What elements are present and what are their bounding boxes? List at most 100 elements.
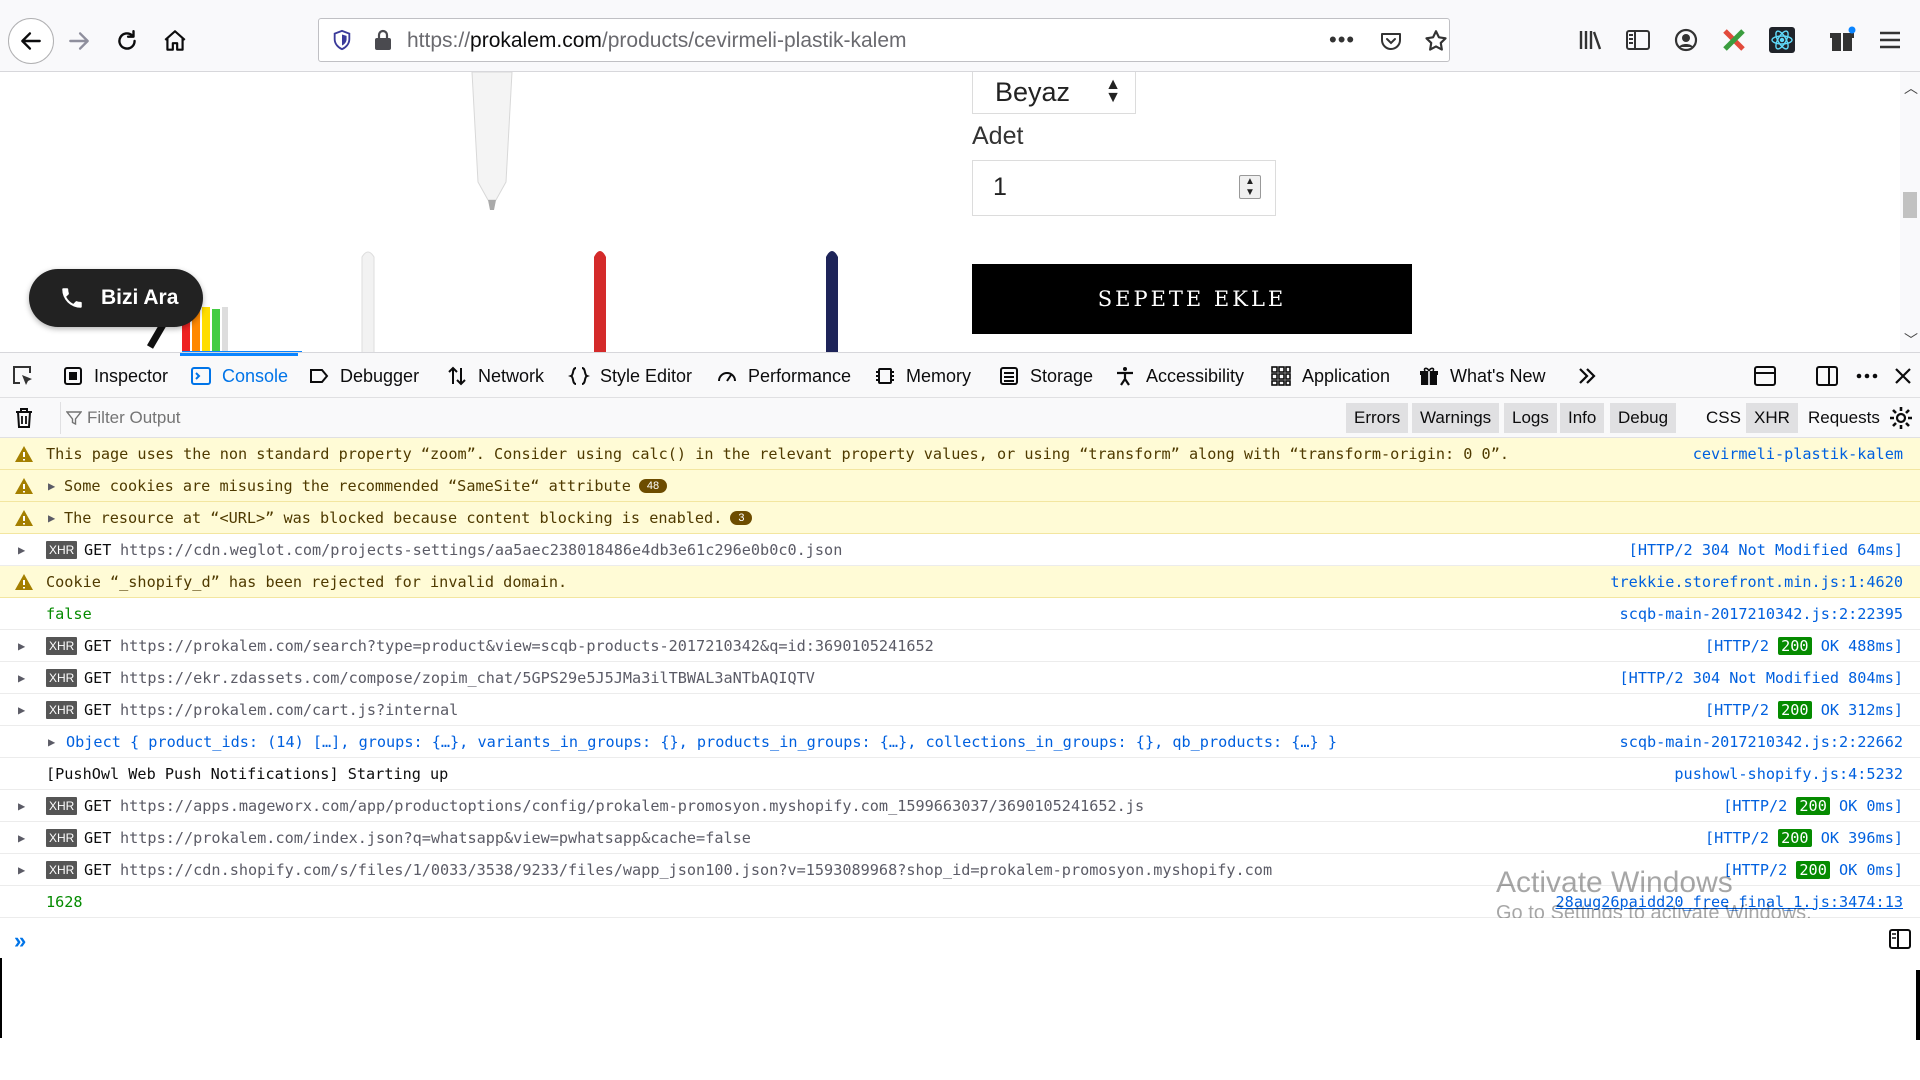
- request-url[interactable]: https://ekr.zdassets.com/compose/zopim_c…: [120, 669, 815, 687]
- whats-new-gift-icon[interactable]: [1828, 26, 1856, 54]
- console-settings-gear-icon[interactable]: [1888, 405, 1914, 431]
- call-us-button[interactable]: Bizi Ara: [29, 269, 203, 327]
- console-message-warning[interactable]: Cookie “_shopify_d” has been rejected fo…: [0, 566, 1920, 598]
- expand-arrow-icon[interactable]: ▶: [18, 799, 25, 813]
- scroll-down-arrow-icon[interactable]: ﹀: [1904, 330, 1918, 350]
- filter-errors-button[interactable]: Errors: [1346, 403, 1409, 433]
- console-message-warning-group[interactable]: ▶ Some cookies are misusing the recommen…: [0, 470, 1920, 502]
- expand-arrow-icon[interactable]: ▶: [48, 511, 55, 525]
- color-select[interactable]: Beyaz ▲ ▼: [972, 72, 1136, 114]
- add-to-cart-button[interactable]: SEPETE EKLE: [972, 264, 1412, 334]
- product-pen-image: [471, 72, 513, 210]
- tab-network[interactable]: Network: [446, 353, 544, 399]
- thumbnail-white-pen[interactable]: [356, 247, 380, 352]
- bookmark-star-icon[interactable]: [1423, 28, 1449, 54]
- object-preview[interactable]: Object { product_ids: (14) […], groups: …: [66, 733, 1337, 751]
- library-icon[interactable]: [1576, 26, 1604, 54]
- expand-arrow-icon[interactable]: ▶: [48, 479, 55, 493]
- filter-warnings-button[interactable]: Warnings: [1412, 403, 1500, 433]
- tracking-protection-shield-icon[interactable]: [331, 29, 353, 51]
- tab-debugger[interactable]: Debugger: [308, 353, 419, 399]
- message-source-link[interactable]: 28aug26paidd20_free_final_1.js:3474:13: [1556, 893, 1903, 911]
- expand-arrow-icon[interactable]: ▶: [18, 703, 25, 717]
- page-actions-more-button[interactable]: •••: [1329, 27, 1355, 53]
- console-message-xhr[interactable]: ▶ XHR GET https://prokalem.com/index.jso…: [0, 822, 1920, 854]
- tab-memory[interactable]: Memory: [874, 353, 971, 399]
- request-url[interactable]: https://prokalem.com/search?type=product…: [120, 637, 934, 655]
- console-message-log[interactable]: 1628 28aug26paidd20_free_final_1.js:3474…: [0, 886, 1920, 918]
- clear-console-trash-icon[interactable]: [12, 406, 36, 430]
- console-message-xhr[interactable]: ▶ XHR GET https://apps.mageworx.com/app/…: [0, 790, 1920, 822]
- dock-side-icon[interactable]: [1814, 363, 1840, 389]
- extension-cross-icon[interactable]: [1720, 26, 1748, 54]
- message-source-link[interactable]: scqb-main-2017210342.js:2:22395: [1620, 605, 1903, 623]
- request-url[interactable]: https://apps.mageworx.com/app/productopt…: [120, 797, 1144, 815]
- page-scrollbar[interactable]: ︿ ﹀: [1900, 72, 1920, 352]
- message-source-link[interactable]: trekkie.storefront.min.js:1:4620: [1610, 573, 1903, 591]
- scrollbar-thumb[interactable]: [1903, 192, 1917, 218]
- message-source-link[interactable]: scqb-main-2017210342.js:2:22662: [1620, 733, 1903, 751]
- request-url[interactable]: https://cdn.shopify.com/s/files/1/0033/3…: [120, 861, 1272, 879]
- console-message-warning[interactable]: This page uses the non standard property…: [0, 438, 1920, 470]
- expand-arrow-icon[interactable]: ▶: [18, 831, 25, 845]
- console-input-row[interactable]: »: [0, 918, 1920, 958]
- filter-css-button[interactable]: CSS: [1698, 403, 1749, 433]
- lock-icon[interactable]: [373, 29, 393, 51]
- request-url[interactable]: https://cdn.weglot.com/projects-settings…: [120, 541, 842, 559]
- console-message-xhr[interactable]: ▶ XHR GET https://cdn.weglot.com/project…: [0, 534, 1920, 566]
- more-tools-chevron-icon[interactable]: [1574, 363, 1600, 389]
- url-bar[interactable]: https://prokalem.com/products/cevirmeli-…: [318, 18, 1450, 62]
- request-url[interactable]: https://prokalem.com/index.json?q=whatsa…: [120, 829, 751, 847]
- expand-arrow-icon[interactable]: ▶: [18, 671, 25, 685]
- filter-xhr-button[interactable]: XHR: [1746, 403, 1798, 433]
- forward-button[interactable]: [58, 20, 100, 62]
- pocket-icon[interactable]: [1379, 29, 1403, 53]
- filter-requests-button[interactable]: Requests: [1800, 403, 1888, 433]
- react-devtools-icon[interactable]: [1768, 26, 1796, 54]
- console-message-object[interactable]: ▶ Object { product_ids: (14) […], groups…: [0, 726, 1920, 758]
- tab-application[interactable]: Application: [1270, 353, 1390, 399]
- thumbnail-navy-pen[interactable]: [820, 247, 844, 352]
- quantity-stepper[interactable]: ▲ ▼: [1239, 175, 1261, 199]
- back-button[interactable]: [8, 18, 54, 64]
- home-button[interactable]: [154, 20, 196, 62]
- expand-arrow-icon[interactable]: ▶: [18, 543, 25, 557]
- toggle-split-console-icon[interactable]: [1752, 363, 1778, 389]
- console-message-xhr[interactable]: ▶ XHR GET https://prokalem.com/cart.js?i…: [0, 694, 1920, 726]
- url-text[interactable]: https://prokalem.com/products/cevirmeli-…: [407, 29, 907, 53]
- console-message-xhr[interactable]: ▶ XHR GET https://cdn.shopify.com/s/file…: [0, 854, 1920, 886]
- expand-arrow-icon[interactable]: ▶: [18, 863, 25, 877]
- more-options-icon[interactable]: [1854, 363, 1880, 389]
- tab-performance[interactable]: Performance: [716, 353, 851, 399]
- account-icon[interactable]: [1672, 26, 1700, 54]
- tab-console[interactable]: Console: [179, 353, 299, 399]
- scroll-up-arrow-icon[interactable]: ︿: [1904, 78, 1918, 98]
- message-source-link[interactable]: pushowl-shopify.js:4:5232: [1674, 765, 1903, 783]
- console-message-log[interactable]: false scqb-main-2017210342.js:2:22395: [0, 598, 1920, 630]
- tab-inspector[interactable]: Inspector: [62, 353, 168, 399]
- sidebar-icon[interactable]: [1624, 26, 1652, 54]
- expand-arrow-icon[interactable]: ▶: [18, 639, 25, 653]
- filter-logs-button[interactable]: Logs: [1504, 403, 1557, 433]
- console-message-log[interactable]: [PushOwl Web Push Notifications] Startin…: [0, 758, 1920, 790]
- tab-whats-new[interactable]: What's New: [1418, 353, 1545, 399]
- console-message-xhr[interactable]: ▶ XHR GET https://ekr.zdassets.com/compo…: [0, 662, 1920, 694]
- message-source-link[interactable]: cevirmeli-plastik-kalem: [1693, 445, 1903, 463]
- quantity-input[interactable]: 1 ▲ ▼: [972, 160, 1276, 216]
- filter-debug-button[interactable]: Debug: [1610, 403, 1677, 433]
- filter-output-input[interactable]: [60, 402, 1330, 434]
- console-message-xhr[interactable]: ▶ XHR GET https://prokalem.com/search?ty…: [0, 630, 1920, 662]
- filter-info-button[interactable]: Info: [1560, 403, 1605, 433]
- expand-arrow-icon[interactable]: ▶: [48, 735, 55, 749]
- element-picker-icon[interactable]: [10, 363, 36, 389]
- tab-storage[interactable]: Storage: [998, 353, 1093, 399]
- editor-mode-toggle-icon[interactable]: [1888, 928, 1912, 950]
- console-message-warning-group[interactable]: ▶ The resource at “<URL>” was blocked be…: [0, 502, 1920, 534]
- hamburger-menu-icon[interactable]: [1876, 26, 1904, 54]
- request-url[interactable]: https://prokalem.com/cart.js?internal: [120, 701, 458, 719]
- close-devtools-icon[interactable]: [1890, 363, 1916, 389]
- reload-button[interactable]: [106, 20, 148, 62]
- tab-style-editor[interactable]: Style Editor: [568, 353, 692, 399]
- tab-accessibility[interactable]: Accessibility: [1114, 353, 1244, 399]
- thumbnail-red-pen[interactable]: [588, 247, 612, 352]
